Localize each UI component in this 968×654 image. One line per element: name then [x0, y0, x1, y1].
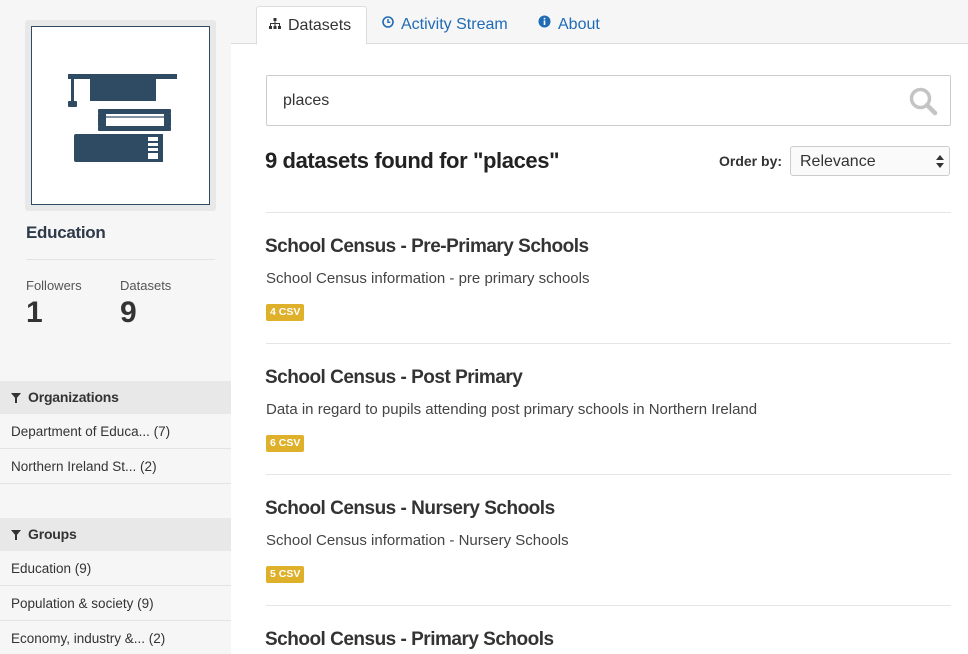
datasets-label: Datasets — [120, 278, 172, 293]
facet-item-group[interactable]: Education (9) — [0, 551, 231, 586]
divider — [266, 343, 951, 344]
tab-label: Datasets — [288, 17, 352, 35]
dataset-search-box — [266, 75, 951, 126]
dataset-description: Data in regard to pupils attending post … — [266, 401, 758, 418]
filter-icon — [11, 530, 21, 540]
facet-item-group[interactable]: Economy, industry &... (2) — [0, 621, 231, 654]
search-input[interactable] — [268, 77, 888, 124]
dataset-title-link[interactable]: School Census - Primary Schools — [265, 629, 554, 651]
tab-bar: Datasets Activity Stream About — [231, 0, 968, 45]
facet-item-organization[interactable]: Department of Educa... (7) — [0, 414, 231, 449]
dataset-title-link[interactable]: School Census - Nursery Schools — [265, 498, 555, 520]
followers-label: Followers — [26, 278, 82, 293]
clock-icon — [382, 5, 394, 43]
order-by-label: Order by: — [719, 153, 783, 169]
search-icon[interactable] — [908, 86, 938, 116]
divider — [266, 474, 951, 475]
divider — [266, 212, 951, 213]
dataset-description: School Census information - pre primary … — [266, 270, 590, 287]
group-sidebar: Education Followers 1 Datasets 9 Organiz… — [0, 0, 231, 654]
tab-about[interactable]: About — [538, 6, 600, 45]
format-badge[interactable]: 4 CSV — [266, 304, 305, 321]
info-icon — [538, 5, 551, 43]
tab-label: Activity Stream — [401, 16, 508, 34]
divider — [266, 605, 951, 606]
group-image-frame — [25, 20, 216, 211]
format-badge[interactable]: 5 CSV — [266, 566, 305, 583]
tab-label: About — [558, 16, 600, 34]
facet-item-group[interactable]: Population & society (9) — [0, 586, 231, 621]
followers-count: 1 — [26, 296, 43, 329]
group-image[interactable] — [31, 26, 210, 205]
dataset-title-link[interactable]: School Census - Pre-Primary Schools — [265, 236, 589, 258]
dataset-description: School Census information - Nursery Scho… — [266, 532, 569, 549]
filter-icon — [11, 393, 21, 403]
group-title: Education — [26, 223, 106, 242]
dataset-title-link[interactable]: School Census - Post Primary — [265, 367, 523, 389]
datasets-count: 9 — [120, 296, 137, 329]
facet-title: Organizations — [28, 389, 119, 405]
facet-groups-heading: Groups — [0, 518, 231, 551]
facet-title: Groups — [28, 526, 77, 542]
education-books-icon — [68, 74, 177, 162]
order-by-select[interactable]: Relevance — [790, 146, 950, 176]
facet-organizations-heading: Organizations — [0, 381, 231, 414]
tab-activity-stream[interactable]: Activity Stream — [382, 6, 508, 45]
tab-datasets[interactable]: Datasets — [256, 6, 367, 45]
divider — [26, 259, 215, 260]
sitemap-icon — [269, 6, 281, 44]
order-by-value: Relevance — [800, 153, 876, 170]
results-count-heading: 9 datasets found for "places" — [265, 148, 560, 173]
format-badge[interactable]: 6 CSV — [266, 435, 305, 452]
facet-item-organization[interactable]: Northern Ireland St... (2) — [0, 449, 231, 484]
